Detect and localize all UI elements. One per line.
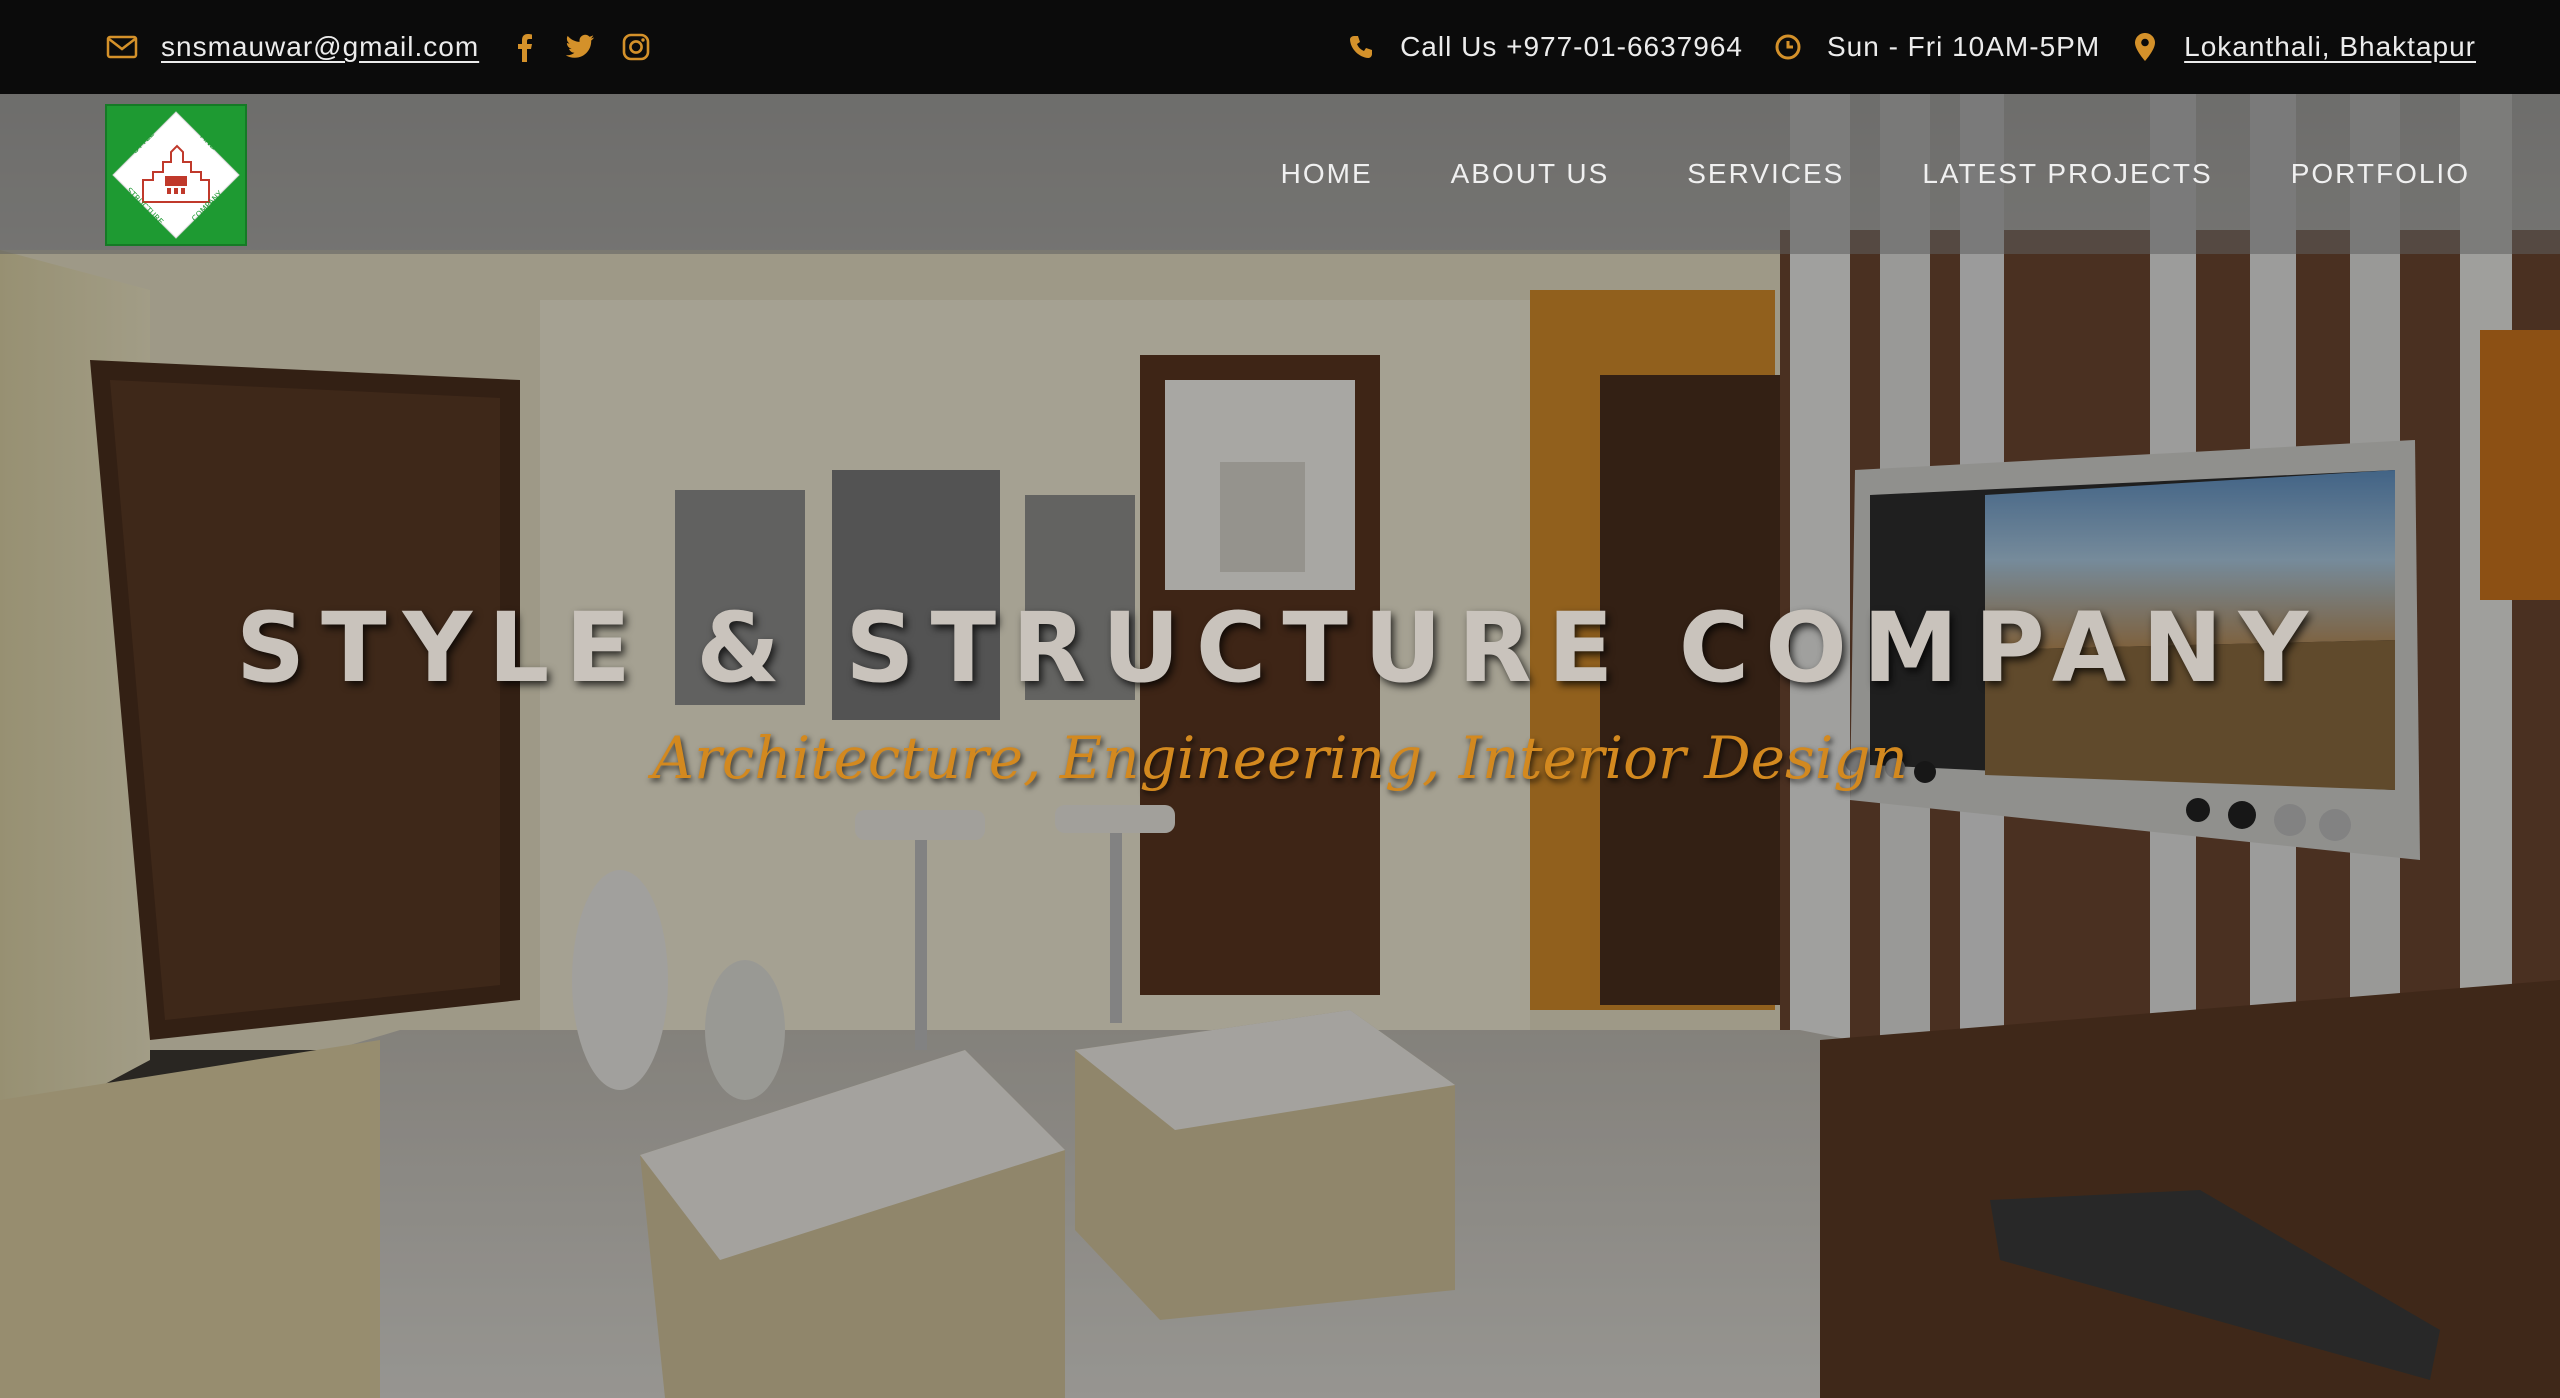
- email-link[interactable]: snsmauwar@gmail.com: [161, 31, 479, 63]
- company-logo[interactable]: STYLE AND STRUCTURE COMPANY: [105, 104, 247, 246]
- nav-item-home[interactable]: HOME: [1281, 158, 1373, 190]
- location-link[interactable]: Lokanthali, Bhaktapur: [2184, 31, 2476, 63]
- main-navbar: STYLE AND STRUCTURE COMPANY HOME ABOUT U…: [0, 94, 2560, 254]
- map-pin-icon: [2128, 30, 2162, 64]
- nav-item-services[interactable]: SERVICES: [1687, 158, 1844, 190]
- nav-item-latest-projects[interactable]: LATEST PROJECTS: [1922, 158, 2212, 190]
- facebook-icon[interactable]: [507, 30, 541, 64]
- nav-item-about-us[interactable]: ABOUT US: [1451, 158, 1610, 190]
- contact-right: Call Us +977-01-6637964 Sun - Fri 10AM-5…: [1344, 0, 2476, 94]
- envelope-icon: [105, 30, 139, 64]
- phone-number[interactable]: Call Us +977-01-6637964: [1400, 31, 1743, 63]
- primary-nav: HOME ABOUT US SERVICES LATEST PROJECTS P…: [1203, 94, 2470, 254]
- clock-icon: [1771, 30, 1805, 64]
- contact-left: snsmauwar@gmail.com: [105, 0, 653, 94]
- phone-icon: [1344, 30, 1378, 64]
- top-info-bar: snsmauwar@gmail.com Call Us +977-01-6637…: [0, 0, 2560, 94]
- office-hours: Sun - Fri 10AM-5PM: [1826, 31, 2101, 62]
- twitter-icon[interactable]: [563, 30, 597, 64]
- hero-subtitle: Architecture, Engineering, Interior Desi…: [652, 724, 1908, 792]
- nav-item-portfolio[interactable]: PORTFOLIO: [2291, 158, 2470, 190]
- instagram-icon[interactable]: [619, 30, 653, 64]
- hero-title: STYLE & STRUCTURE COMPANY: [235, 592, 2325, 704]
